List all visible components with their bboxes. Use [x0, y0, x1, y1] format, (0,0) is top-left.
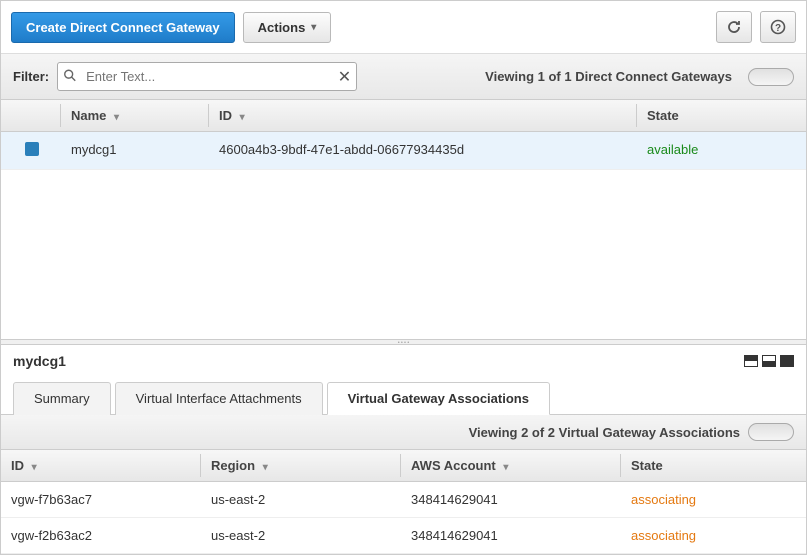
create-gateway-button[interactable]: Create Direct Connect Gateway	[11, 12, 235, 43]
tab-summary[interactable]: Summary	[13, 382, 111, 415]
association-table-header: ID ▾ Region ▾ AWS Account ▾ State	[1, 450, 806, 482]
table-row[interactable]: vgw-f7b63ac7 us-east-2 348414629041 asso…	[1, 482, 806, 518]
sort-icon: ▾	[503, 462, 508, 473]
assoc-column-region[interactable]: Region ▾	[201, 450, 401, 481]
assoc-row-id: vgw-f2b63ac2	[1, 518, 201, 553]
gateway-table-header: Name ▾ ID ▾ State	[1, 100, 806, 132]
filter-label: Filter:	[13, 69, 49, 84]
row-name: mydcg1	[61, 132, 209, 169]
tab-virtual-gateway-associations[interactable]: Virtual Gateway Associations	[327, 382, 550, 415]
refresh-button[interactable]	[716, 11, 752, 43]
paging-toggle[interactable]	[748, 68, 794, 86]
association-filter-bar: Viewing 2 of 2 Virtual Gateway Associati…	[1, 415, 806, 450]
column-id[interactable]: ID ▾	[209, 100, 637, 131]
clear-search-icon[interactable]: ✕	[338, 67, 351, 87]
sort-icon: ▾	[263, 462, 268, 473]
assoc-row-state: associating	[621, 482, 806, 517]
sort-icon: ▾	[114, 112, 119, 123]
search-input[interactable]	[57, 62, 357, 91]
help-icon: ?	[770, 19, 786, 35]
assoc-row-account: 348414629041	[401, 518, 621, 553]
association-paging-toggle[interactable]	[748, 423, 794, 441]
search-icon	[63, 68, 77, 85]
detail-title: mydcg1	[13, 353, 66, 369]
layout-top-icon[interactable]	[762, 355, 776, 367]
sort-icon: ▾	[32, 462, 37, 473]
actions-button[interactable]: Actions ▾	[243, 12, 332, 43]
viewing-count: Viewing 1 of 1 Direct Connect Gateways	[485, 69, 732, 84]
search-box: ✕	[57, 62, 357, 91]
row-id: 4600a4b3-9bdf-47e1-abdd-06677934435d	[209, 132, 637, 169]
help-button[interactable]: ?	[760, 11, 796, 43]
assoc-row-state: associating	[621, 518, 806, 553]
column-state[interactable]: State	[637, 100, 806, 131]
refresh-icon	[726, 19, 742, 35]
filter-bar: Filter: ✕ Viewing 1 of 1 Direct Connect …	[1, 53, 806, 100]
chevron-down-icon: ▾	[311, 22, 316, 33]
layout-bottom-icon[interactable]	[744, 355, 758, 367]
actions-label: Actions	[258, 20, 306, 35]
layout-full-icon[interactable]	[780, 355, 794, 367]
row-state: available	[637, 132, 806, 169]
table-row[interactable]: vgw-f2b63ac2 us-east-2 348414629041 asso…	[1, 518, 806, 554]
assoc-column-state[interactable]: State	[621, 450, 806, 481]
assoc-row-region: us-east-2	[201, 518, 401, 553]
row-checkbox-cell	[1, 132, 61, 169]
sort-icon: ▾	[240, 112, 245, 123]
assoc-column-id[interactable]: ID ▾	[1, 450, 201, 481]
svg-text:?: ?	[775, 23, 781, 34]
layout-controls	[744, 355, 794, 367]
assoc-row-id: vgw-f7b63ac7	[1, 482, 201, 517]
detail-header: mydcg1	[1, 345, 806, 377]
column-name[interactable]: Name ▾	[61, 100, 209, 131]
app-window: Create Direct Connect Gateway Actions ▾ …	[0, 0, 807, 555]
tab-virtual-interface-attachments[interactable]: Virtual Interface Attachments	[115, 382, 323, 415]
assoc-row-account: 348414629041	[401, 482, 621, 517]
row-checkbox[interactable]	[25, 142, 39, 156]
assoc-row-region: us-east-2	[201, 482, 401, 517]
column-checkbox	[1, 100, 61, 131]
assoc-column-account[interactable]: AWS Account ▾	[401, 450, 621, 481]
top-toolbar: Create Direct Connect Gateway Actions ▾ …	[1, 1, 806, 53]
detail-tabs: Summary Virtual Interface Attachments Vi…	[1, 381, 806, 415]
association-table-body: vgw-f7b63ac7 us-east-2 348414629041 asso…	[1, 482, 806, 554]
gateway-table-body: mydcg1 4600a4b3-9bdf-47e1-abdd-066779344…	[1, 132, 806, 339]
table-row[interactable]: mydcg1 4600a4b3-9bdf-47e1-abdd-066779344…	[1, 132, 806, 170]
association-viewing-count: Viewing 2 of 2 Virtual Gateway Associati…	[469, 425, 740, 440]
